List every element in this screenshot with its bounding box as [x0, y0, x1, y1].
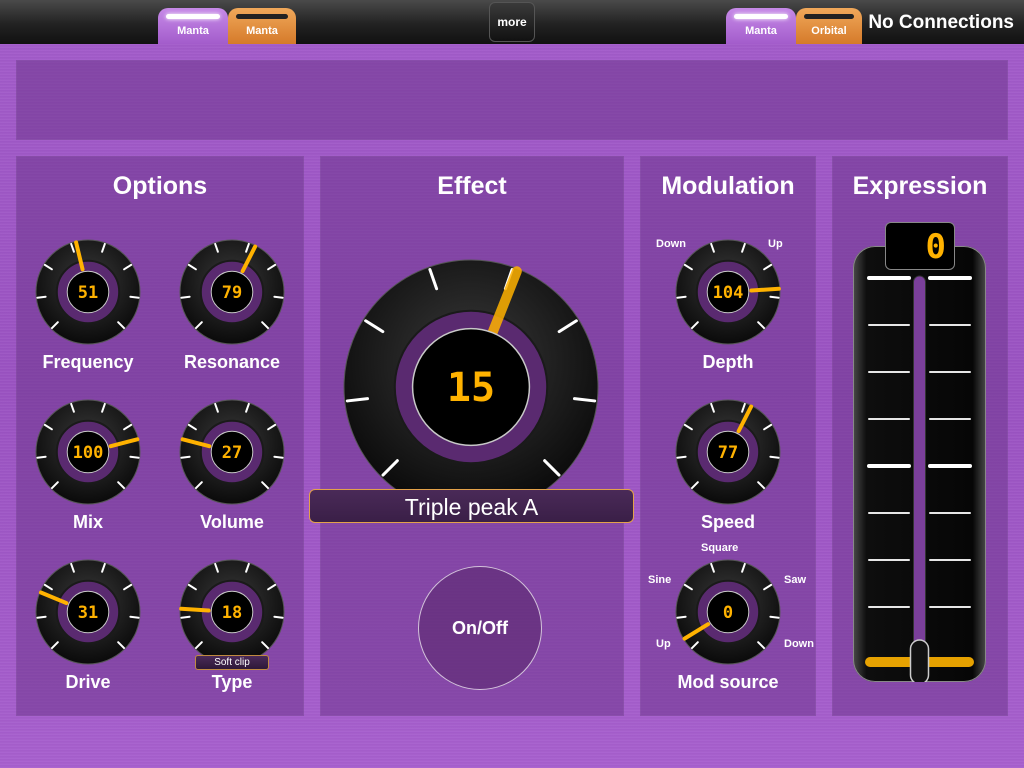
- knob-value: 27: [222, 443, 242, 463]
- knob-value: 31: [78, 603, 98, 623]
- knob-pointer: [179, 606, 211, 613]
- tab-indicator: [236, 14, 288, 19]
- knob-value: 100: [73, 443, 104, 463]
- knob-tick: [676, 615, 687, 619]
- depth-knob[interactable]: 104: [674, 238, 782, 346]
- knob-tick: [36, 615, 47, 619]
- expression-value: 0: [925, 227, 946, 267]
- knob-graphic: 18: [179, 559, 285, 665]
- modsource-square-label: Square: [701, 542, 739, 554]
- knob-graphic: 31: [35, 559, 141, 665]
- knob-value: 18: [222, 603, 242, 623]
- knob-value: 51: [78, 283, 98, 303]
- frequency-knob[interactable]: 51: [34, 238, 142, 346]
- expression-slider[interactable]: [853, 246, 986, 685]
- knob-tick: [129, 615, 140, 619]
- volume-knob[interactable]: 27: [178, 398, 286, 506]
- expression-value-display: 0: [885, 222, 955, 270]
- tab-orbital[interactable]: Orbital: [796, 8, 862, 44]
- knob-value: 15: [447, 365, 495, 411]
- type-label: Type: [211, 672, 253, 692]
- knob-tick: [36, 295, 47, 299]
- modsource-saw-label: Saw: [784, 574, 807, 586]
- knob-graphic: 27: [179, 399, 285, 505]
- preset-selector[interactable]: Triple peak A: [309, 489, 634, 523]
- tab-label: Manta: [177, 25, 209, 37]
- header-strip: [16, 60, 1008, 140]
- knob-tick: [273, 295, 284, 299]
- resonance-label: Resonance: [183, 352, 281, 372]
- knob-tick: [129, 455, 140, 459]
- knob-tick: [676, 455, 687, 459]
- type-knob[interactable]: 18: [178, 558, 286, 666]
- onoff-button[interactable]: On/Off: [418, 566, 542, 690]
- mix-knob[interactable]: 100: [34, 398, 142, 506]
- tab-label: Orbital: [811, 25, 847, 37]
- knob-tick: [676, 295, 687, 299]
- speed-knob[interactable]: 77: [674, 398, 782, 506]
- top-bar: Manta Manta more Manta Orbital No Connec…: [0, 0, 1024, 44]
- mod-source-label: Mod source: [677, 672, 779, 692]
- tab-indicator: [166, 14, 220, 19]
- tab-label: Manta: [246, 25, 278, 37]
- speed-label: Speed: [700, 512, 756, 532]
- knob-tick: [769, 455, 780, 459]
- tab-manta-right[interactable]: Manta: [726, 8, 796, 44]
- more-button[interactable]: more: [489, 2, 535, 42]
- knob-graphic: 0: [675, 559, 781, 665]
- type-selection-badge: Soft clip: [195, 655, 269, 670]
- mix-label: Mix: [72, 512, 103, 532]
- knob-value: 79: [222, 283, 242, 303]
- mod-source-knob[interactable]: 0: [674, 558, 782, 666]
- knob-tick: [36, 455, 47, 459]
- effect-title: Effect: [437, 172, 507, 200]
- tab-label: Manta: [745, 25, 777, 37]
- tab-manta-left-1[interactable]: Manta: [158, 8, 228, 44]
- frequency-label: Frequency: [42, 352, 134, 372]
- knob-tick: [180, 455, 191, 459]
- knob-tick: [769, 295, 780, 299]
- slider-track: [913, 275, 926, 669]
- knob-graphic: 51: [35, 239, 141, 345]
- knob-value: 0: [723, 603, 733, 623]
- knob-value: 77: [718, 443, 738, 463]
- options-title: Options: [112, 172, 208, 200]
- knob-pointer: [749, 286, 781, 293]
- expression-slider-graphic: [865, 275, 974, 685]
- drive-knob[interactable]: 31: [34, 558, 142, 666]
- knob-tick: [273, 615, 284, 619]
- expression-title: Expression: [852, 172, 988, 200]
- modsource-sine-label: Sine: [648, 574, 672, 586]
- connection-status: No Connections: [868, 12, 1014, 33]
- effect-knob[interactable]: 15: [342, 258, 600, 516]
- tab-manta-left-2[interactable]: Manta: [228, 8, 296, 44]
- knob-tick: [273, 455, 284, 459]
- slider-thumb[interactable]: [909, 639, 930, 685]
- modulation-title: Modulation: [661, 172, 795, 200]
- knob-graphic: 79: [179, 239, 285, 345]
- resonance-knob[interactable]: 79: [178, 238, 286, 346]
- tab-indicator: [734, 14, 788, 19]
- knob-graphic: 77: [675, 399, 781, 505]
- depth-label: Depth: [702, 352, 754, 372]
- knob-tick: [129, 295, 140, 299]
- knob-graphic: 104: [675, 239, 781, 345]
- modsource-up-label: Up: [656, 638, 671, 650]
- knob-value: 104: [713, 283, 744, 303]
- modsource-down-label: Down: [784, 638, 814, 650]
- knob-tick: [180, 615, 191, 619]
- volume-label: Volume: [200, 512, 264, 532]
- knob-tick: [769, 615, 780, 619]
- knob-graphic: 15: [343, 259, 599, 515]
- tab-indicator: [804, 14, 854, 19]
- knob-graphic: 100: [35, 399, 141, 505]
- drive-label: Drive: [65, 672, 111, 692]
- knob-tick: [180, 295, 191, 299]
